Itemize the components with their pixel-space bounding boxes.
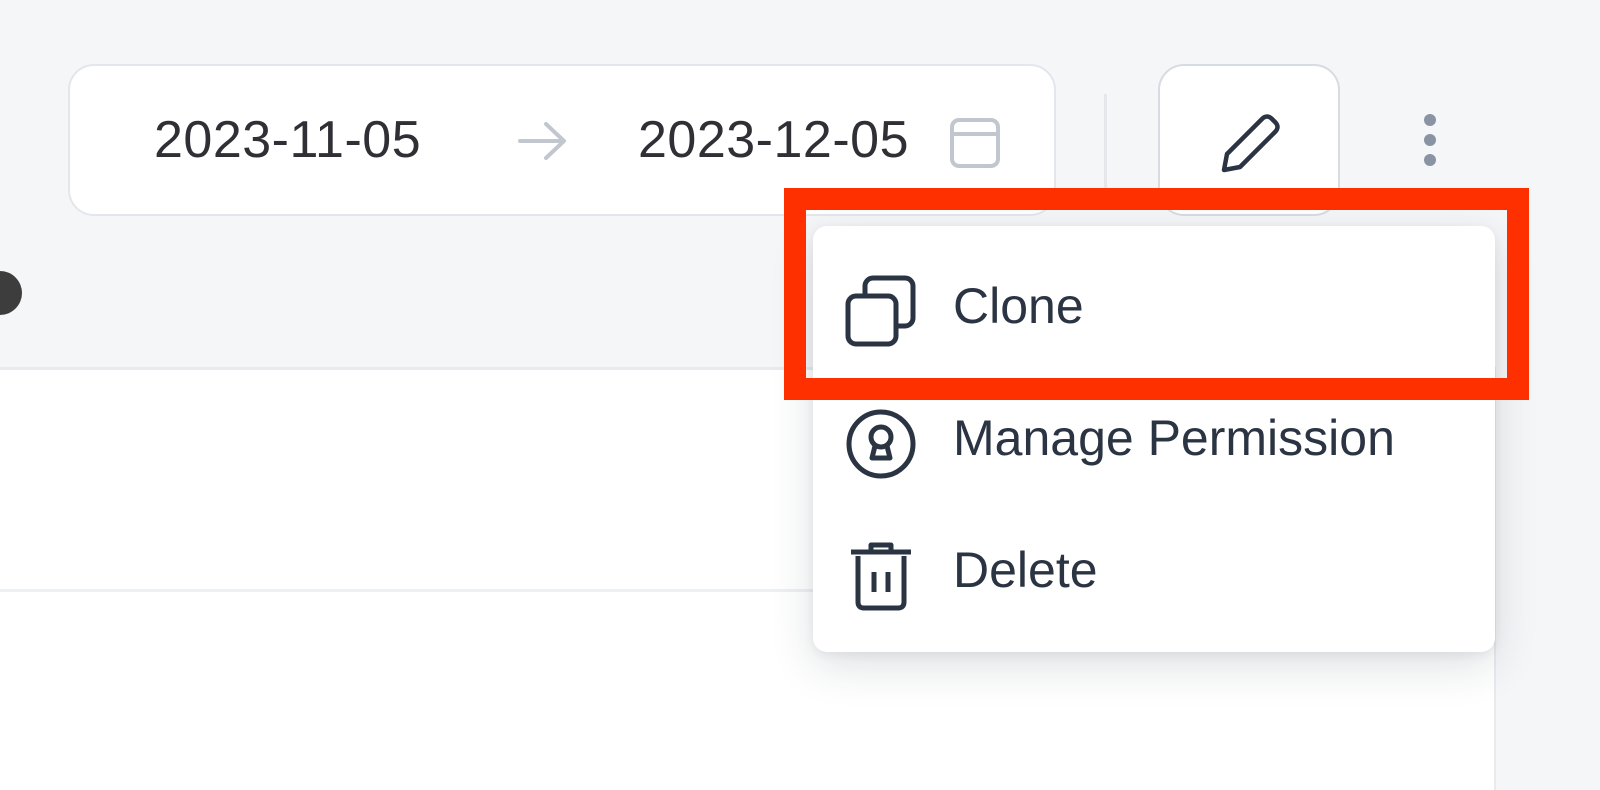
menu-item-label: Delete	[953, 542, 1098, 598]
menu-item-delete[interactable]: Delete	[813, 504, 1495, 636]
lock-icon	[846, 409, 916, 479]
more-dot	[1424, 134, 1436, 146]
edit-button[interactable]	[1158, 64, 1340, 216]
date-range-picker[interactable]: 2023-11-05 2023-12-05	[68, 64, 1056, 216]
more-dot	[1424, 154, 1436, 166]
end-date[interactable]: 2023-12-05	[638, 110, 909, 170]
menu-item-label: Manage Permission	[953, 410, 1395, 466]
more-options-button[interactable]	[1410, 106, 1450, 176]
menu-item-clone[interactable]: Clone	[813, 240, 1495, 372]
menu-item-label: Clone	[953, 278, 1084, 334]
pencil-icon	[1221, 114, 1280, 173]
calendar-icon[interactable]	[948, 116, 1002, 170]
dropdown-menu: Clone Manage Permission Delete	[813, 226, 1495, 652]
more-dot	[1424, 114, 1436, 126]
step-indicator	[0, 271, 22, 315]
clone-icon	[845, 275, 916, 347]
start-date[interactable]: 2023-11-05	[154, 110, 421, 170]
arrow-right-icon	[516, 116, 570, 166]
toolbar-divider	[1104, 94, 1107, 190]
menu-item-manage-permission[interactable]: Manage Permission	[813, 372, 1495, 504]
trash-icon	[851, 542, 911, 611]
